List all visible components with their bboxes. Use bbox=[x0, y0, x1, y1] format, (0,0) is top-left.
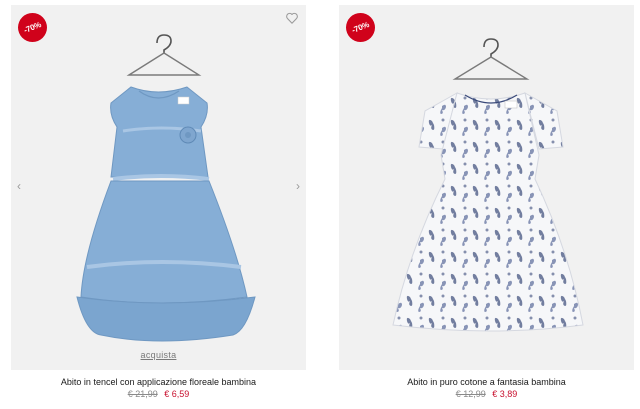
product-name[interactable]: Abito in tencel con applicazione floreal… bbox=[11, 377, 306, 387]
chevron-right-icon[interactable]: › bbox=[293, 179, 303, 193]
buy-link[interactable]: acquista bbox=[11, 350, 306, 360]
product-image-butterfly-dress[interactable]: -70% bbox=[339, 5, 634, 370]
product-card[interactable]: -70% ‹ › acquista Abito in tencel con ap… bbox=[11, 5, 306, 403]
product-grid: -70% ‹ › acquista Abito in tencel con ap… bbox=[0, 0, 640, 409]
sale-price: € 6,59 bbox=[164, 389, 190, 399]
old-price: € 12,99 bbox=[455, 389, 486, 399]
chevron-left-icon[interactable]: ‹ bbox=[14, 179, 24, 193]
sale-price: € 3,89 bbox=[492, 389, 518, 399]
butterfly-dress-illustration bbox=[392, 38, 584, 332]
product-card[interactable]: -70% Abito in puro cotone a fantasia bam… bbox=[339, 5, 634, 403]
product-price: € 12,99 € 3,89 bbox=[339, 389, 634, 399]
old-price: € 21,99 bbox=[127, 389, 158, 399]
product-name[interactable]: Abito in puro cotone a fantasia bambina bbox=[339, 377, 634, 387]
heart-outline-icon[interactable] bbox=[285, 11, 299, 25]
product-price: € 21,99 € 6,59 bbox=[11, 389, 306, 399]
denim-dress-illustration bbox=[76, 34, 256, 342]
product-image-denim-dress[interactable]: -70% ‹ › acquista bbox=[11, 5, 306, 370]
